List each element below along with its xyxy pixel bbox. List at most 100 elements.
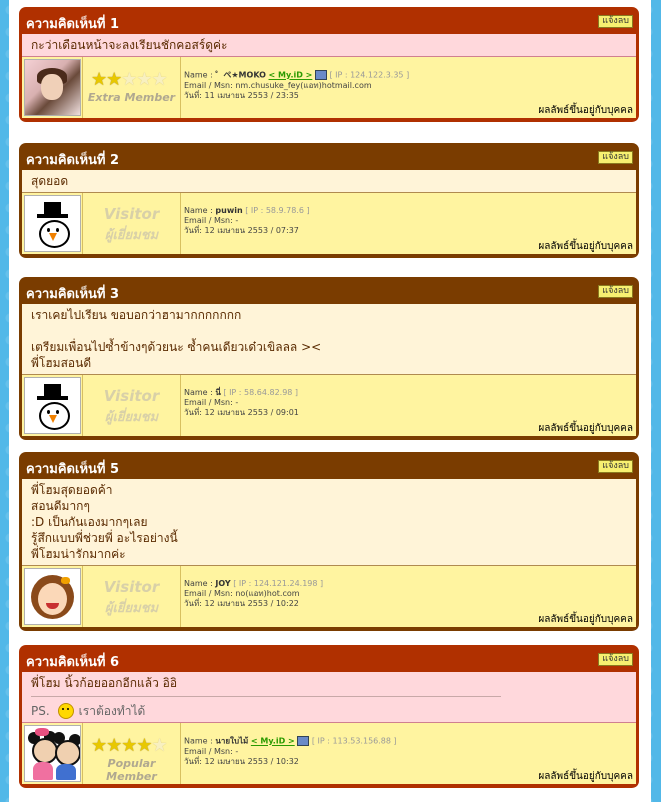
report-button[interactable]: แจ้งลบ <box>598 285 633 298</box>
poster-ip: [ IP : 124.122.3.35 ] <box>329 70 410 80</box>
poster-email: - <box>235 746 239 756</box>
comment-title: ความคิดเห็นที่ 2 <box>26 153 120 168</box>
date-label: วันที่: <box>184 90 205 100</box>
message-line: กะว่าเดือนหน้าจะลงเรียนชักคอสร์ดูค่ะ <box>31 38 228 52</box>
comment-title: ความคิดเห็นที่ 6 <box>26 655 120 670</box>
name-label: Name : <box>184 388 216 397</box>
message-line: สุดยอด <box>31 174 69 188</box>
poster-name: ゜ペ★MOKO <box>215 70 266 80</box>
comment-title: ความคิดเห็นที่ 3 <box>26 287 120 302</box>
message-line: สอนดีมากๆ <box>31 499 90 513</box>
member-rank: ★★★★★ Popular Member <box>83 723 181 784</box>
visitor-label-thai: ผู้เยี่ยมชม <box>104 228 159 243</box>
disclaimer: ผลลัพธ์ขึ้นอยู่กับบุคคล <box>538 105 633 116</box>
poster-ip: [ IP : 113.53.156.88 ] <box>311 736 397 746</box>
myid-link[interactable]: < My.iD > <box>251 737 295 746</box>
poster-email: - <box>235 398 239 407</box>
poster-email: - <box>235 216 239 225</box>
post-date: 12 เมษายน 2553 / 09:01 <box>204 408 299 417</box>
poster-ip: [ IP : 58.64.82.98 ] <box>223 388 299 397</box>
message-line: พี่โฮมน่ารักมากค่ะ <box>31 547 126 561</box>
avatar[interactable] <box>23 377 81 434</box>
poster-info: ★★★★★ Popular Member Name : นายใบไม้ < M… <box>22 723 636 784</box>
visitor-label-thai: ผู้เยี่ยมชม <box>104 410 159 425</box>
comment-card: ความคิดเห็นที่ 5 แจ้งลบ พี่โฮมสุดยอดค้า … <box>19 452 639 631</box>
post-date: 12 เมษายน 2553 / 07:37 <box>204 226 299 235</box>
poster-name: JOY <box>215 579 231 588</box>
comments-page: ความคิดเห็นที่ 1 แจ้งลบ กะว่าเดือนหน้าจะ… <box>9 0 651 802</box>
comment-message: สุดยอด <box>22 170 636 193</box>
poster-info: Visitor ผู้เยี่ยมชม Name : JOY [ IP : 12… <box>22 566 636 627</box>
poster-ip: [ IP : 124.121.24.198 ] <box>233 579 324 588</box>
messenger-icon[interactable] <box>314 70 327 80</box>
name-label: Name : <box>184 736 216 746</box>
disclaimer: ผลลัพธ์ขึ้นอยู่กับบุคคล <box>538 771 633 782</box>
message-line: พี่โฮมสอนดี <box>31 356 92 370</box>
disclaimer: ผลลัพธ์ขึ้นอยู่กับบุคคล <box>538 614 633 625</box>
comment-message: พี่โฮม นิ้วก้อยออกอีกแล้ว อิอิ PS. เราต้… <box>22 672 636 723</box>
visitor-label: Visitor <box>103 578 160 596</box>
date-label: วันที่: <box>184 226 205 235</box>
post-date: 12 เมษายน 2553 / 10:32 <box>204 756 299 766</box>
disclaimer: ผลลัพธ์ขึ้นอยู่กับบุคคล <box>538 241 633 252</box>
signature-divider <box>31 696 501 697</box>
messenger-icon[interactable] <box>297 736 310 746</box>
poster-email: nm.chusuke_fey(แอท)hotmail.com <box>235 80 372 90</box>
poster-ip: [ IP : 58.9.78.6 ] <box>245 206 310 215</box>
member-rank: ★★★★★ Extra Member <box>83 57 181 118</box>
name-label: Name : <box>184 579 216 588</box>
comment-title: ความคิดเห็นที่ 1 <box>26 17 120 32</box>
signature: PS. เราต้องทำได้ <box>31 703 627 719</box>
date-label: วันที่: <box>184 756 205 766</box>
name-label: Name : <box>184 206 216 215</box>
report-button[interactable]: แจ้งลบ <box>598 653 633 666</box>
comment-card: ความคิดเห็นที่ 6 แจ้งลบ พี่โฮม นิ้วก้อยอ… <box>19 645 639 788</box>
email-label: Email / Msn: <box>184 746 236 756</box>
poster-name: นายใบไม้ <box>215 736 249 746</box>
member-rank: Visitor ผู้เยี่ยมชม <box>83 566 181 627</box>
member-rank: Visitor ผู้เยี่ยมชม <box>83 193 181 254</box>
report-button[interactable]: แจ้งลบ <box>598 15 633 28</box>
post-date: 12 เมษายน 2553 / 10:22 <box>204 599 299 608</box>
post-date: 11 เมษายน 2553 / 23:35 <box>204 90 299 100</box>
message-line: เราเคยไปเรียน ขอบอกว่าฮามากกกกกกก <box>31 308 242 322</box>
comment-card: ความคิดเห็นที่ 3 แจ้งลบ เราเคยไปเรียน ขอ… <box>19 277 639 440</box>
disclaimer: ผลลัพธ์ขึ้นอยู่กับบุคคล <box>538 423 633 434</box>
report-button[interactable]: แจ้งลบ <box>598 151 633 164</box>
comment-message: พี่โฮมสุดยอดค้า สอนดีมากๆ :D เป็นกันเองม… <box>22 479 636 566</box>
email-label: Email / Msn: <box>184 398 236 407</box>
email-label: Email / Msn: <box>184 80 236 90</box>
visitor-label: Visitor <box>103 205 160 223</box>
avatar[interactable] <box>23 195 81 252</box>
email-label: Email / Msn: <box>184 589 236 598</box>
email-label: Email / Msn: <box>184 216 236 225</box>
message-line <box>31 323 627 339</box>
ps-prefix: PS. <box>31 704 50 718</box>
avatar[interactable] <box>23 725 81 782</box>
poster-info: Visitor ผู้เยี่ยมชม Name : นี่ [ IP : 58… <box>22 375 636 436</box>
rank-stars-icon: ★★★★★ <box>91 735 168 756</box>
comment-card: ความคิดเห็นที่ 2 แจ้งลบ สุดยอด Visitor ผ… <box>19 143 639 258</box>
report-button[interactable]: แจ้งลบ <box>598 460 633 473</box>
poster-name: นี่ <box>215 388 221 397</box>
poster-info: ★★★★★ Extra Member Name : ゜ペ★MOKO < My.i… <box>22 57 636 118</box>
avatar[interactable] <box>23 568 81 625</box>
comment-title: ความคิดเห็นที่ 5 <box>26 462 120 477</box>
poster-name: puwin <box>215 206 243 215</box>
comment-card: ความคิดเห็นที่ 1 แจ้งลบ กะว่าเดือนหน้าจะ… <box>19 7 639 122</box>
date-label: วันที่: <box>184 599 205 608</box>
rank-label: Extra Member <box>87 91 176 104</box>
message-line: พี่โฮมสุดยอดค้า <box>31 483 113 497</box>
message-line: รู้สึกแบบพี่ช่วยพี่ อะไรอย่างนี้ <box>31 531 178 545</box>
name-label: Name : <box>184 70 216 80</box>
date-label: วันที่: <box>184 408 205 417</box>
visitor-label: Visitor <box>103 387 160 405</box>
visitor-label-thai: ผู้เยี่ยมชม <box>104 601 159 616</box>
smiley-icon <box>57 703 74 719</box>
message-line: :D เป็นกันเองมากๆเลย <box>31 515 148 529</box>
member-rank: Visitor ผู้เยี่ยมชม <box>83 375 181 436</box>
poster-email: no(แอท)hot.com <box>235 589 300 598</box>
ps-text: เราต้องทำได้ <box>78 704 146 718</box>
myid-link[interactable]: < My.iD > <box>269 71 313 80</box>
avatar[interactable] <box>23 59 81 116</box>
